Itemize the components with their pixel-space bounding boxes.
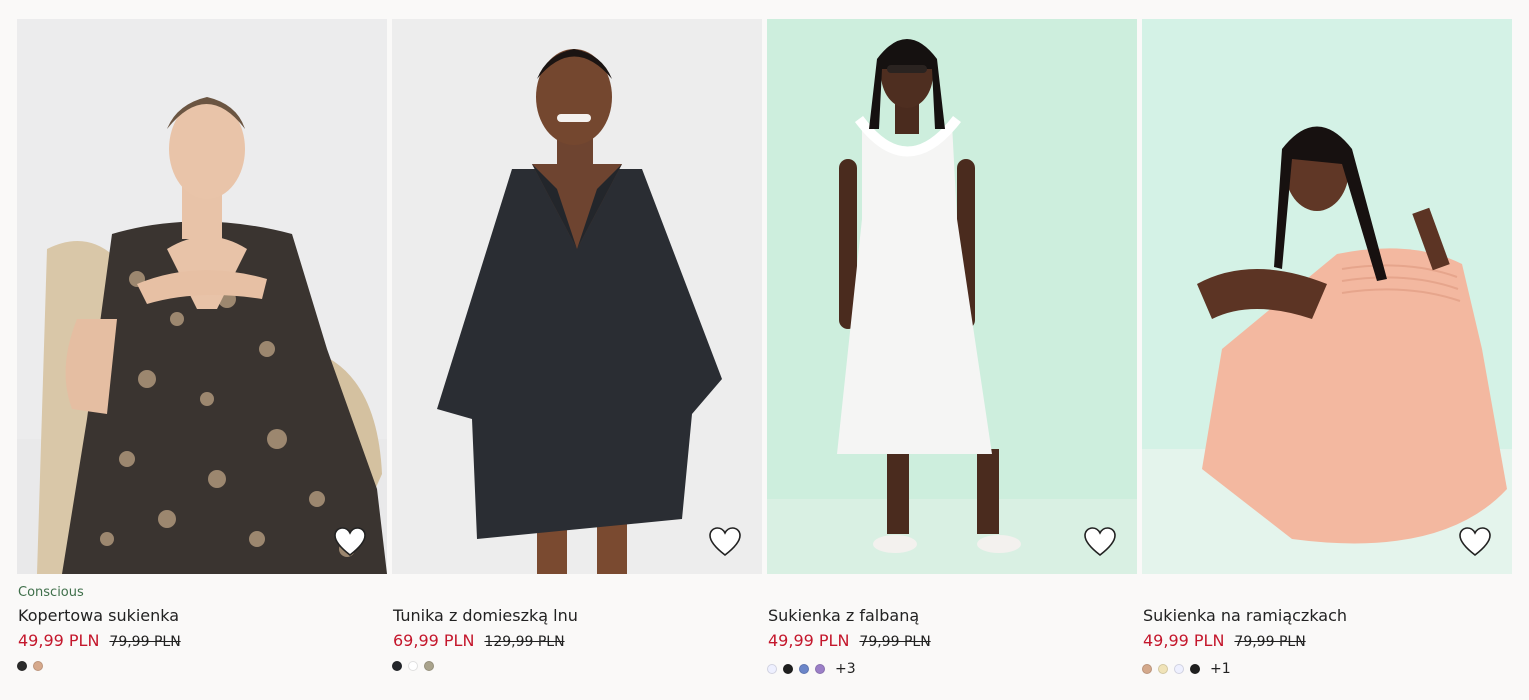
product-photo: [392, 19, 762, 574]
sale-price: 49,99 PLN: [768, 631, 850, 650]
color-swatch[interactable]: [408, 661, 418, 671]
product-photo: [17, 19, 387, 574]
sale-price: 69,99 PLN: [393, 631, 475, 650]
product-grid: Conscious Kopertowa sukienka 49,99 PLN 79…: [0, 0, 1529, 700]
product-image[interactable]: [1142, 19, 1512, 574]
original-price: 79,99 PLN: [109, 634, 181, 650]
color-swatches: +1: [1142, 661, 1231, 677]
color-swatch[interactable]: [767, 664, 777, 674]
product-image[interactable]: [392, 19, 762, 574]
favorite-heart-icon[interactable]: [1458, 526, 1492, 558]
color-swatch[interactable]: [815, 664, 825, 674]
product-card[interactable]: Conscious Kopertowa sukienka 49,99 PLN 79…: [17, 19, 387, 679]
more-colors-count[interactable]: +3: [835, 661, 856, 677]
color-swatch[interactable]: [392, 661, 402, 671]
color-swatch[interactable]: [783, 664, 793, 674]
product-photo: [767, 19, 1137, 574]
product-card[interactable]: Sukienka na ramiączkach 49,99 PLN 79,99 P…: [1142, 19, 1512, 679]
product-price: 49,99 PLN 79,99 PLN: [1143, 631, 1306, 650]
original-price: 79,99 PLN: [1234, 634, 1306, 650]
product-title[interactable]: Tunika z domieszką lnu: [393, 606, 578, 625]
favorite-heart-icon[interactable]: [333, 526, 367, 558]
original-price: 129,99 PLN: [484, 634, 565, 650]
product-photo: [1142, 19, 1512, 574]
product-title[interactable]: Sukienka z falbaną: [768, 606, 919, 625]
color-swatches: +3: [767, 661, 856, 677]
sale-price: 49,99 PLN: [1143, 631, 1225, 650]
color-swatch[interactable]: [1174, 664, 1184, 674]
product-card[interactable]: Tunika z domieszką lnu 69,99 PLN 129,99 P…: [392, 19, 762, 679]
color-swatches: [17, 661, 49, 671]
color-swatch[interactable]: [1190, 664, 1200, 674]
color-swatch[interactable]: [1142, 664, 1152, 674]
product-image[interactable]: [17, 19, 387, 574]
product-price: 49,99 PLN 79,99 PLN: [18, 631, 181, 650]
product-title[interactable]: Sukienka na ramiączkach: [1143, 606, 1347, 625]
conscious-label: Conscious: [18, 585, 84, 600]
sale-price: 49,99 PLN: [18, 631, 100, 650]
product-price: 69,99 PLN 129,99 PLN: [393, 631, 565, 650]
color-swatch[interactable]: [17, 661, 27, 671]
color-swatches: [392, 661, 440, 671]
product-price: 49,99 PLN 79,99 PLN: [768, 631, 931, 650]
favorite-heart-icon[interactable]: [1083, 526, 1117, 558]
color-swatch[interactable]: [424, 661, 434, 671]
product-card[interactable]: Sukienka z falbaną 49,99 PLN 79,99 PLN +3: [767, 19, 1137, 679]
product-title[interactable]: Kopertowa sukienka: [18, 606, 179, 625]
product-image[interactable]: [767, 19, 1137, 574]
color-swatch[interactable]: [1158, 664, 1168, 674]
color-swatch[interactable]: [33, 661, 43, 671]
more-colors-count[interactable]: +1: [1210, 661, 1231, 677]
color-swatch[interactable]: [799, 664, 809, 674]
original-price: 79,99 PLN: [859, 634, 931, 650]
favorite-heart-icon[interactable]: [708, 526, 742, 558]
